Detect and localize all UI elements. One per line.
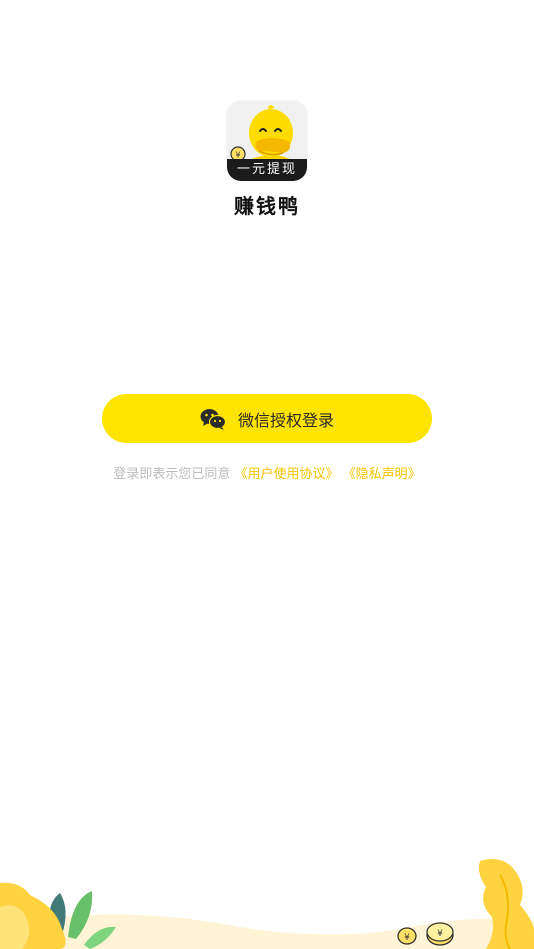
wechat-icon	[200, 408, 226, 430]
coin-icon: ¥	[426, 922, 454, 946]
bottom-decoration: ¥ ¥	[0, 859, 534, 949]
privacy-link[interactable]: 《隐私声明》	[343, 467, 421, 482]
svg-text:¥: ¥	[437, 929, 443, 939]
svg-text:¥: ¥	[404, 933, 410, 943]
app-icon: ¥ 一元提现	[227, 101, 307, 181]
agreement-prefix: 登录即表示您已同意	[113, 467, 231, 482]
app-icon-banner: 一元提现	[227, 159, 307, 181]
wechat-login-button[interactable]: 微信授权登录	[102, 394, 432, 443]
coin-icon: ¥	[397, 927, 417, 945]
login-button-label: 微信授权登录	[237, 410, 334, 430]
agreement-text: 登录即表示您已同意 《用户使用协议》 《隐私声明》	[0, 466, 534, 483]
user-agreement-link[interactable]: 《用户使用协议》	[234, 467, 338, 482]
app-name: 赚钱鸭	[234, 194, 300, 218]
